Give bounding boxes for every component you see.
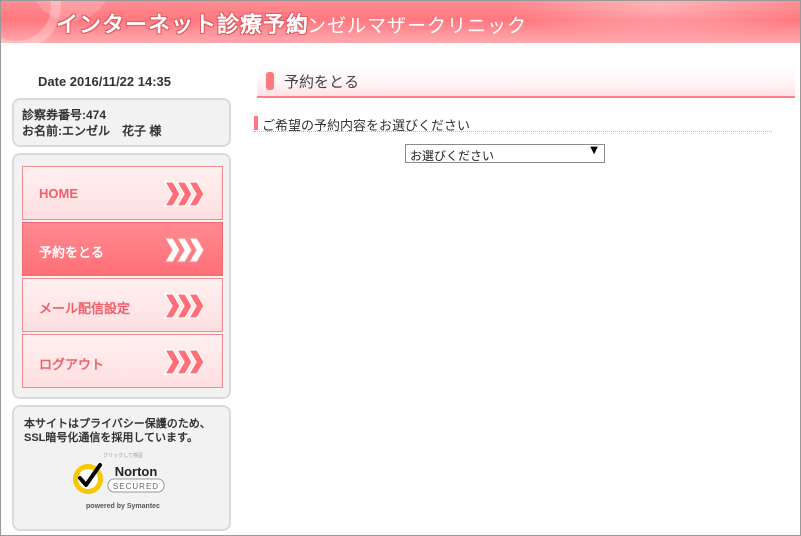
menu-item-logout[interactable]: ログアウト [22,334,223,388]
menu-item-mail-settings[interactable]: メール配信設定 [22,278,223,332]
menu-item-label: HOME [39,186,78,201]
ssl-info-panel: 本サイトはプライバシー保護のため、 SSL暗号化通信を採用しています。 クリック… [12,405,231,531]
app-header: インターネット診療予約 エンゼルマザークリニック [1,1,800,43]
menu-item-label: メール配信設定 [39,301,131,316]
reservation-type-select[interactable]: お選びください ▼ [405,144,605,163]
ssl-notice: 本サイトはプライバシー保護のため、 SSL暗号化通信を採用しています。 [24,417,224,445]
heading-marker [266,72,274,90]
section-heading: ご希望の予約内容をお選びください [254,116,772,134]
norton-secured-badge[interactable]: クリックして検証 Norton SECURED powered by Syman… [70,451,176,513]
badge-powered-text: powered by Symantec [86,503,160,510]
nav-menu: HOME 予約をとる メール配信設定 ログアウト [12,153,231,399]
ssl-notice-line: 本サイトはプライバシー保護のため、 [24,418,211,430]
page-title: 予約をとる [257,65,795,98]
clinic-name: エンゼルマザークリニック [287,15,528,37]
user-info-panel: 診察券番号:474 お名前:エンゼル 花子 様 [12,98,231,147]
current-date: Date 2016/11/22 14:35 [38,74,171,89]
section-marker [254,116,258,130]
page-title-text: 予約をとる [284,73,360,91]
card-number: 診察券番号:474 [22,108,107,122]
menu-item-label: 予約をとる [39,245,105,260]
user-name: お名前:エンゼル 花子 様 [22,124,162,138]
menu-item-reserve[interactable]: 予約をとる [22,222,223,276]
ssl-notice-line: SSL暗号化通信を採用しています。 [24,432,198,444]
badge-secured-text: SECURED [113,482,159,491]
triple-chevron-icon [163,181,205,207]
triple-chevron-icon [163,349,205,375]
dropdown-arrow-icon: ▼ [590,145,598,156]
section-heading-text: ご希望の予約内容をお選びください [262,119,471,134]
triple-chevron-icon [163,293,205,319]
select-value: お選びください [410,149,495,163]
menu-item-label: ログアウト [39,357,105,372]
badge-brand-text: Norton [115,464,158,479]
badge-top-text: クリックして検証 [103,452,143,459]
app-title: インターネット診療予約 [56,13,310,38]
triple-chevron-icon [163,237,205,263]
header-decoration [510,1,800,41]
menu-item-home[interactable]: HOME [22,166,223,220]
